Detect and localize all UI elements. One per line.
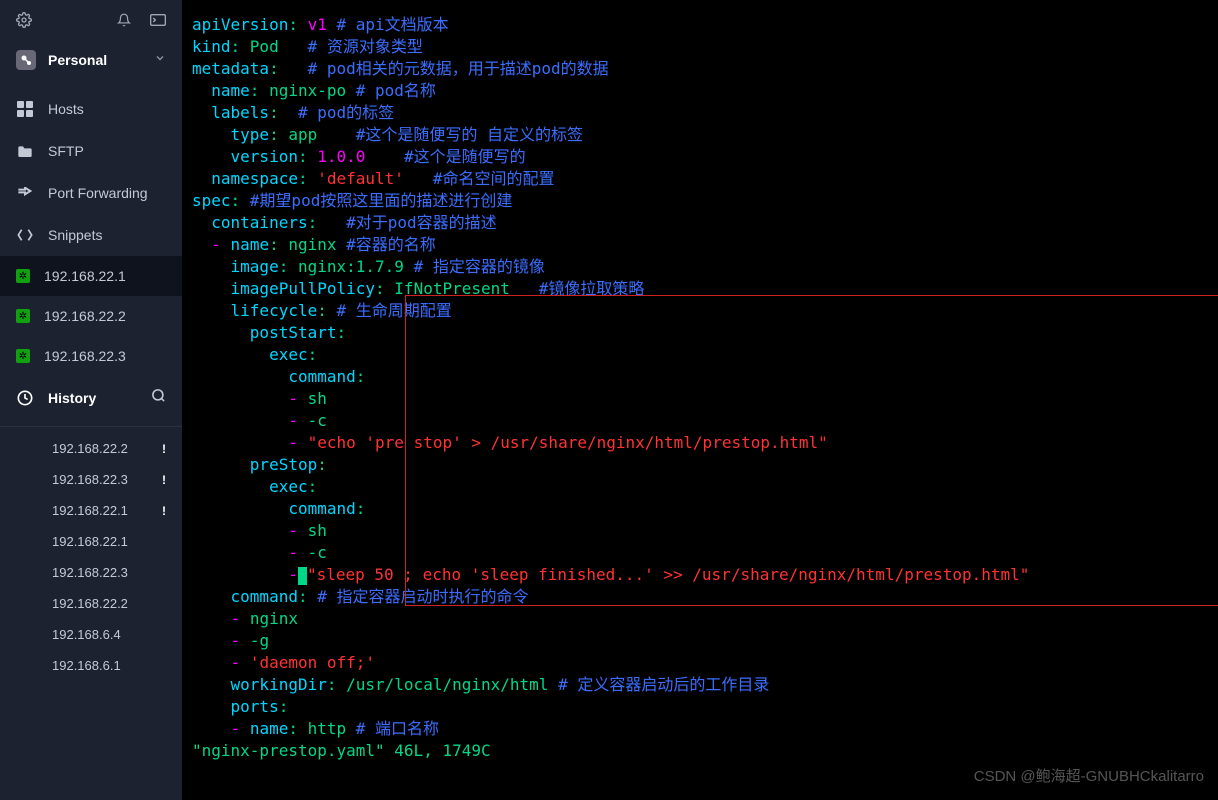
history-ip: 192.168.6.4 bbox=[52, 627, 121, 642]
server-ip: 192.168.22.3 bbox=[44, 348, 126, 364]
history-ip: 192.168.6.1 bbox=[52, 658, 121, 673]
history-ip: 192.168.22.3 bbox=[52, 565, 128, 580]
terminal-content[interactable]: apiVersion: v1 # api文档版本 kind: Pod # 资源对… bbox=[182, 0, 1218, 800]
server-status-icon: ✲ bbox=[16, 349, 30, 363]
vim-status-line: "nginx-prestop.yaml" 46L, 1749C bbox=[192, 740, 1218, 762]
history-item[interactable]: 192.168.6.1 bbox=[0, 650, 182, 681]
forward-icon bbox=[16, 184, 34, 202]
account-label: Personal bbox=[48, 52, 142, 68]
nav-snippets[interactable]: Snippets bbox=[0, 214, 182, 256]
hosts-icon bbox=[16, 100, 34, 118]
nav-hosts[interactable]: Hosts bbox=[0, 88, 182, 130]
sidebar: Personal Hosts SFTP Port Forwarding Snip… bbox=[0, 0, 182, 800]
history-ip: 192.168.22.1 bbox=[52, 534, 128, 549]
history-item[interactable]: 192.168.22.1! bbox=[0, 495, 182, 526]
server-item-3[interactable]: ✲ 192.168.22.3 bbox=[0, 336, 182, 376]
bell-icon[interactable] bbox=[116, 12, 132, 28]
alert-icon: ! bbox=[162, 442, 166, 456]
nav-label: Hosts bbox=[48, 101, 84, 117]
cursor bbox=[298, 567, 307, 585]
alert-icon: ! bbox=[162, 504, 166, 518]
server-status-icon: ✲ bbox=[16, 269, 30, 283]
nav-port-forwarding[interactable]: Port Forwarding bbox=[0, 172, 182, 214]
clock-icon bbox=[16, 389, 34, 407]
history-item[interactable]: 192.168.6.4 bbox=[0, 619, 182, 650]
nav-label: SFTP bbox=[48, 143, 84, 159]
history-ip: 192.168.22.2 bbox=[52, 596, 128, 611]
server-ip: 192.168.22.2 bbox=[44, 308, 126, 324]
history-item[interactable]: 192.168.22.2 bbox=[0, 588, 182, 619]
folder-icon bbox=[16, 142, 34, 160]
server-item-1[interactable]: ✲ 192.168.22.1 bbox=[0, 256, 182, 296]
watermark: CSDN @鲍海超-GNUBHCkalitarro bbox=[974, 765, 1204, 786]
server-ip: 192.168.22.1 bbox=[44, 268, 126, 284]
history-ip: 192.168.22.3 bbox=[52, 472, 128, 487]
chevron-down-icon bbox=[154, 51, 166, 69]
server-item-2[interactable]: ✲ 192.168.22.2 bbox=[0, 296, 182, 336]
history-list: 192.168.22.2!192.168.22.3!192.168.22.1!1… bbox=[0, 433, 182, 681]
search-icon[interactable] bbox=[151, 388, 166, 408]
server-status-icon: ✲ bbox=[16, 309, 30, 323]
alert-icon: ! bbox=[162, 473, 166, 487]
history-item[interactable]: 192.168.22.3! bbox=[0, 464, 182, 495]
top-toolbar bbox=[0, 0, 182, 40]
snippets-icon bbox=[16, 226, 34, 244]
history-header: History bbox=[0, 376, 182, 420]
history-item[interactable]: 192.168.22.2! bbox=[0, 433, 182, 464]
settings-icon[interactable] bbox=[16, 12, 32, 28]
nav-label: Port Forwarding bbox=[48, 185, 148, 201]
history-item[interactable]: 192.168.22.1 bbox=[0, 526, 182, 557]
history-ip: 192.168.22.1 bbox=[52, 503, 128, 518]
history-label: History bbox=[48, 390, 137, 406]
history-item[interactable]: 192.168.22.3 bbox=[0, 557, 182, 588]
account-icon bbox=[16, 50, 36, 70]
terminal-icon[interactable] bbox=[150, 12, 166, 28]
nav-label: Snippets bbox=[48, 227, 102, 243]
nav-sftp[interactable]: SFTP bbox=[0, 130, 182, 172]
history-ip: 192.168.22.2 bbox=[52, 441, 128, 456]
account-selector[interactable]: Personal bbox=[0, 40, 182, 88]
